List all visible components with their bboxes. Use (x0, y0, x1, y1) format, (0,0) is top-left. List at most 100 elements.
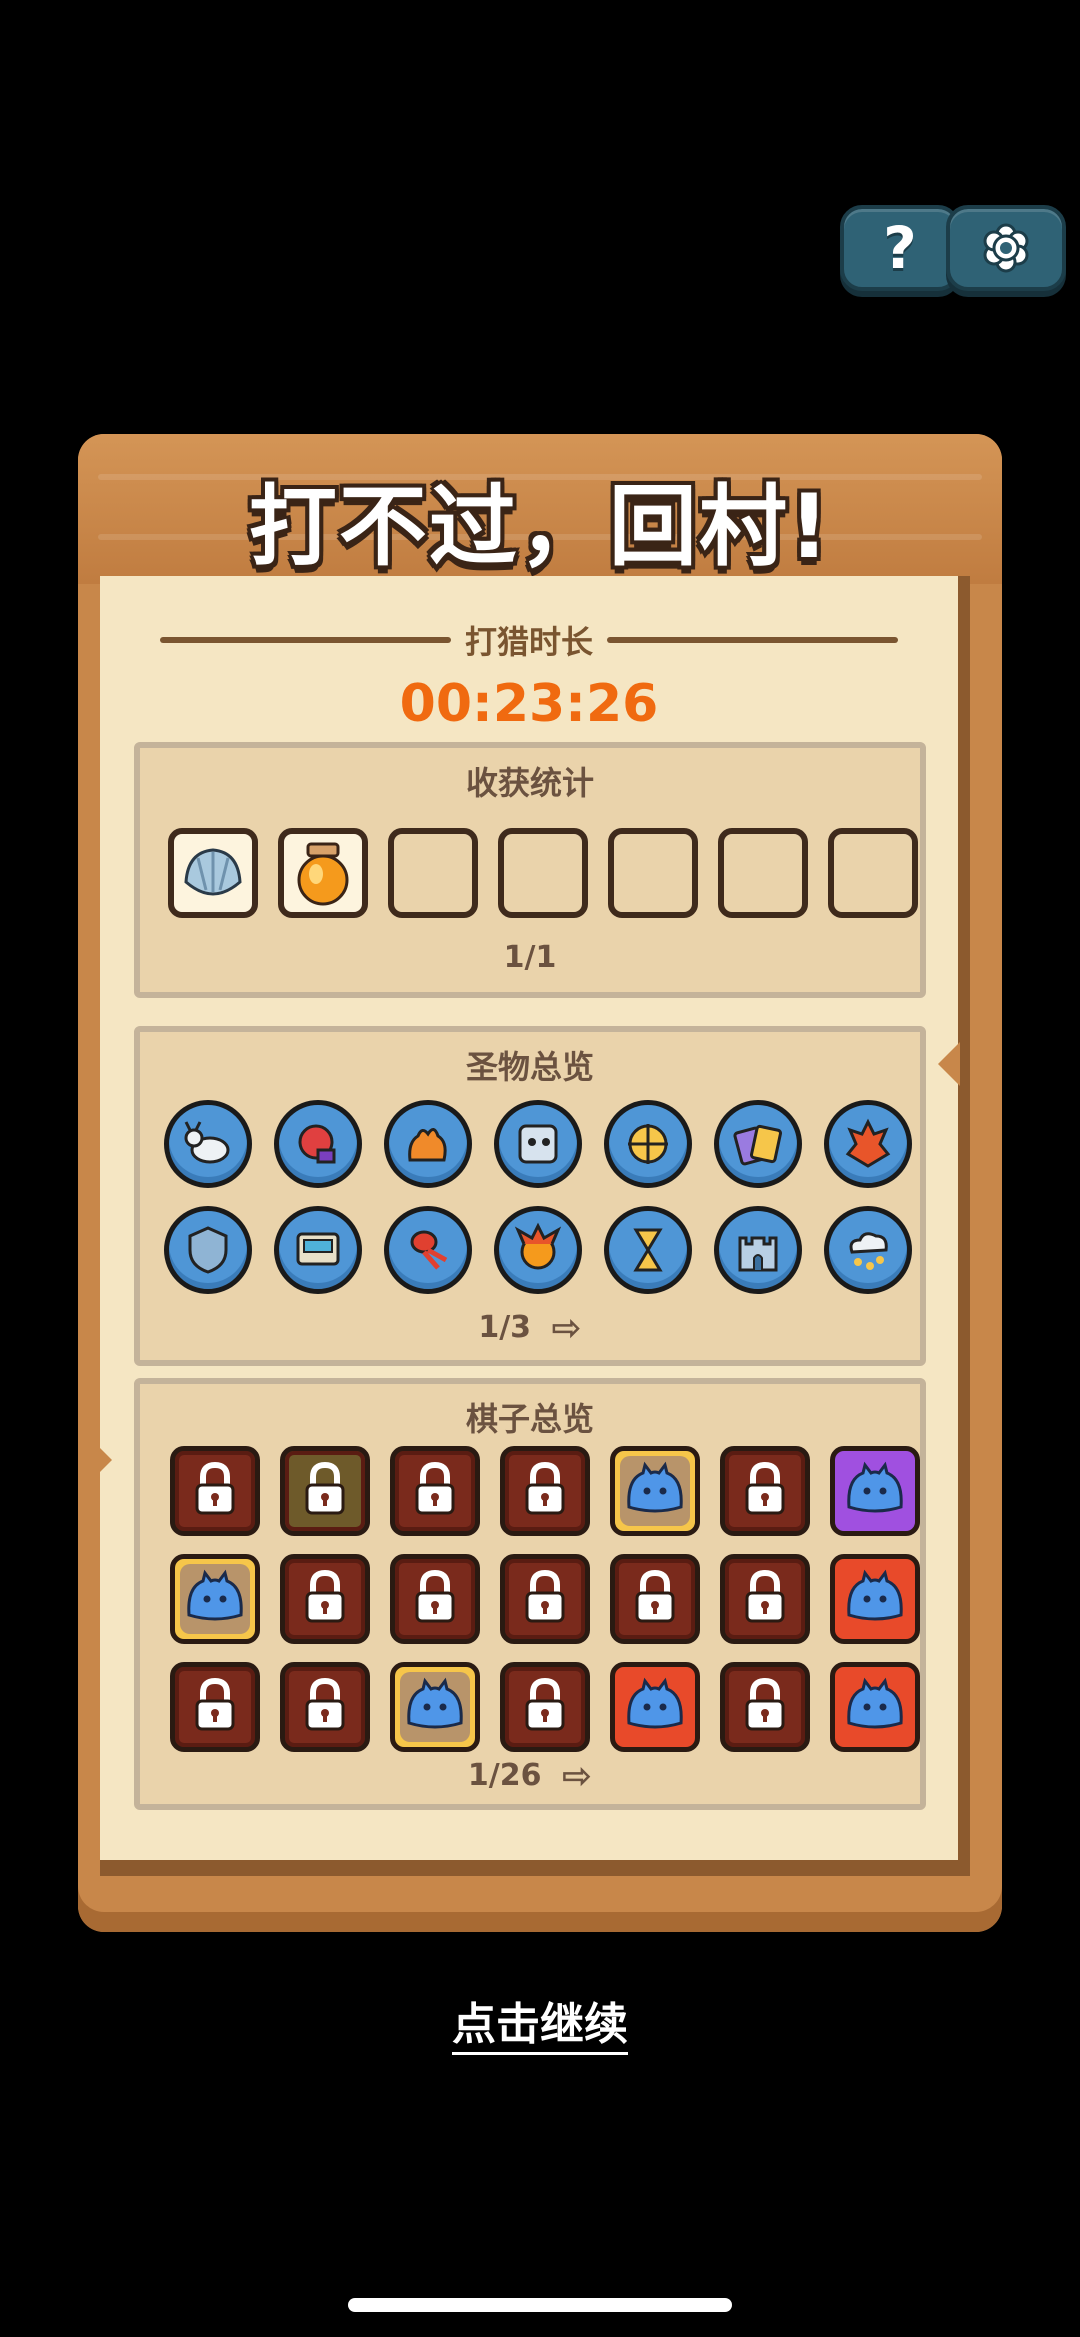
fire-demon-icon (845, 1118, 891, 1168)
piece-frame (620, 1672, 690, 1742)
gear-icon (983, 223, 1029, 273)
cards-icon (733, 1124, 783, 1166)
help-button[interactable]: ? (840, 205, 960, 291)
divider (607, 637, 899, 643)
piece-locked[interactable] (500, 1554, 590, 1644)
result-dialog: 打不过，回村! 打猎时长 00:23:26 收获统计 1/1 圣物总览 1/3 … (78, 434, 1002, 1932)
piece-slime-gold[interactable] (170, 1554, 260, 1644)
harvest-slot-empty (608, 828, 698, 918)
next-page-arrow-icon[interactable]: ⇨ (562, 1756, 592, 1797)
lock-icon (517, 1567, 573, 1631)
relic-hourglass[interactable] (604, 1206, 692, 1294)
lock-icon (517, 1459, 573, 1523)
pieces-panel: 棋子总览 1/26 ⇨ (134, 1378, 926, 1810)
hunt-time-value: 00:23:26 (399, 674, 659, 734)
lock-icon (737, 1675, 793, 1739)
question-icon: ? (883, 214, 917, 282)
pieces-pager: 1/26 ⇨ (140, 1756, 920, 1797)
lock-icon (737, 1567, 793, 1631)
home-indicator (348, 2298, 732, 2312)
piece-locked[interactable] (500, 1662, 590, 1752)
hunt-time-header: 打猎时长 (160, 620, 899, 661)
next-page-arrow-icon[interactable]: ⇨ (552, 1308, 582, 1349)
piece-locked[interactable] (390, 1446, 480, 1536)
relic-flame-hand[interactable] (384, 1100, 472, 1188)
relics-panel: 圣物总览 1/3 ⇨ (134, 1026, 926, 1366)
harvest-slot-empty (388, 828, 478, 918)
piece-locked[interactable] (170, 1446, 260, 1536)
piece-locked[interactable] (720, 1662, 810, 1752)
piece-locked[interactable] (720, 1446, 810, 1536)
shield-icon (188, 1226, 228, 1274)
hourglass-icon (633, 1228, 663, 1272)
piece-slime-red[interactable] (610, 1662, 700, 1752)
piece-frame (400, 1672, 470, 1742)
piece-slime-red[interactable] (830, 1554, 920, 1644)
relic-castle[interactable] (714, 1206, 802, 1294)
lock-icon (737, 1459, 793, 1523)
piece-slime-gold[interactable] (390, 1662, 480, 1752)
harvest-title: 收获统计 (465, 764, 594, 802)
lock-icon (187, 1459, 243, 1523)
harvest-slot-honey[interactable] (278, 828, 368, 918)
harvest-slot-empty (828, 828, 918, 918)
piece-slime-red[interactable] (830, 1662, 920, 1752)
piece-slime-gold[interactable] (610, 1446, 700, 1536)
lock-icon (297, 1459, 353, 1523)
relic-fire-demon[interactable] (824, 1100, 912, 1188)
piece-locked[interactable] (610, 1554, 700, 1644)
relics-page: 1/3 (478, 1310, 532, 1345)
relic-crosshair-gear[interactable] (604, 1100, 692, 1188)
squid-icon (410, 1230, 448, 1270)
pieces-title: 棋子总览 (465, 1400, 594, 1438)
settings-button[interactable] (946, 205, 1066, 291)
piece-locked[interactable] (280, 1554, 370, 1644)
lock-icon (187, 1675, 243, 1739)
relic-shield[interactable] (164, 1206, 252, 1294)
slime-icon (623, 1677, 687, 1737)
harvest-page: 1/1 (503, 940, 557, 975)
relic-cloud-rain[interactable] (824, 1206, 912, 1294)
dialog-title: 打不过，回村! (248, 475, 832, 578)
relic-boxing-glove[interactable] (274, 1100, 362, 1188)
piece-frame (840, 1672, 910, 1742)
relic-fireball[interactable] (494, 1206, 582, 1294)
relic-machine[interactable] (274, 1206, 362, 1294)
relic-cards[interactable] (714, 1100, 802, 1188)
flame-hand-icon (408, 1128, 447, 1162)
cloud-rain-icon (849, 1232, 888, 1270)
piece-slime-purple[interactable] (830, 1446, 920, 1536)
harvest-panel: 收获统计 1/1 (134, 742, 926, 998)
piece-locked[interactable] (280, 1662, 370, 1752)
goat-icon (184, 1121, 230, 1164)
harvest-slots (168, 828, 918, 918)
lock-icon (407, 1567, 463, 1631)
relic-goat[interactable] (164, 1100, 252, 1188)
harvest-slot-empty (718, 828, 808, 918)
slime-icon (403, 1677, 467, 1737)
lock-icon (627, 1567, 683, 1631)
paper-notch (98, 1446, 112, 1474)
slime-icon (183, 1569, 247, 1629)
harvest-slot-shell[interactable] (168, 828, 258, 918)
relic-snow-face[interactable] (494, 1100, 582, 1188)
piece-locked[interactable] (280, 1446, 370, 1536)
piece-frame (620, 1456, 690, 1526)
slime-icon (843, 1461, 907, 1521)
lock-icon (517, 1675, 573, 1739)
boxing-glove-icon (298, 1124, 336, 1164)
relics-pager: 1/3 ⇨ (140, 1308, 920, 1349)
piece-locked[interactable] (500, 1446, 590, 1536)
slime-icon (843, 1569, 907, 1629)
continue-button[interactable]: 点击继续 (0, 1988, 1080, 2055)
piece-locked[interactable] (720, 1554, 810, 1644)
piece-locked[interactable] (390, 1554, 480, 1644)
castle-icon (738, 1236, 778, 1272)
lock-icon (297, 1675, 353, 1739)
lock-icon (407, 1459, 463, 1523)
divider (160, 637, 451, 643)
relics-title: 圣物总览 (465, 1048, 594, 1086)
relic-squid[interactable] (384, 1206, 472, 1294)
piece-locked[interactable] (170, 1662, 260, 1752)
fireball-icon (514, 1222, 562, 1270)
